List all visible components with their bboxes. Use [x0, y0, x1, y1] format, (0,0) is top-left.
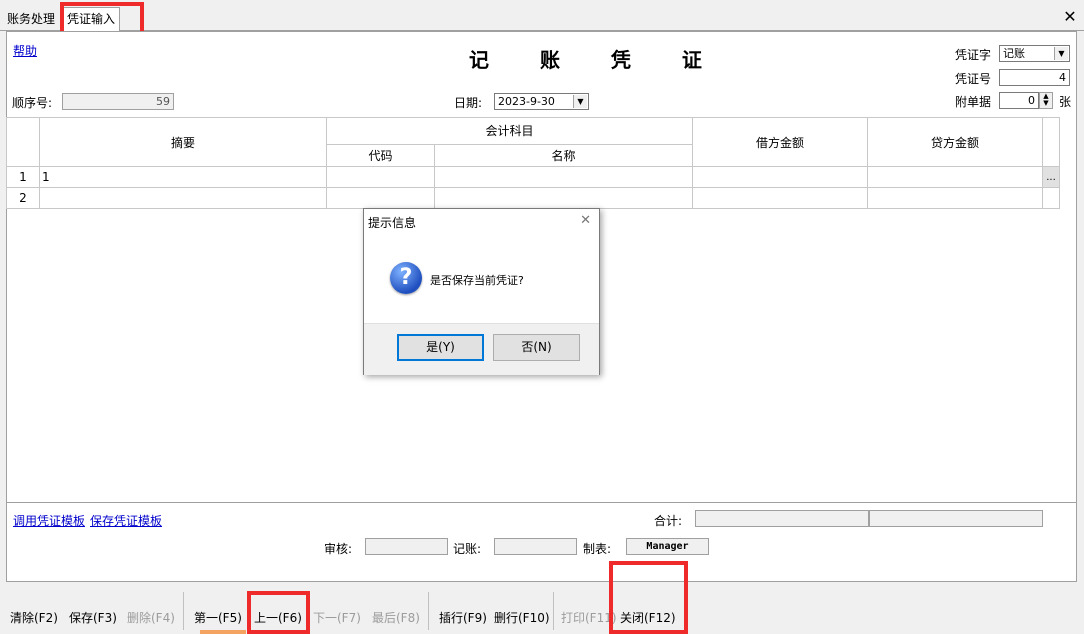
help-link[interactable]: 帮助	[13, 42, 37, 59]
grid-header-filler	[1042, 117, 1060, 167]
last-button[interactable]: 最后(F8)	[372, 609, 420, 626]
date-label: 日期:	[454, 96, 483, 110]
voucher-type-select[interactable]: 记账 ▼	[999, 45, 1070, 62]
total-credit-field	[869, 510, 1043, 527]
tab-voucher-input[interactable]: 凭证输入	[62, 7, 121, 31]
code-cell[interactable]	[326, 166, 435, 188]
clear-button[interactable]: 清除(F2)	[10, 609, 58, 626]
name-cell[interactable]	[434, 187, 693, 209]
prev-button[interactable]: 上一(F6)	[254, 609, 302, 626]
sequence-label: 顺序号:	[12, 96, 53, 110]
grid-filler-cell	[1042, 187, 1060, 209]
audit-label: 审核:	[324, 542, 353, 556]
post-field	[494, 538, 577, 555]
date-value: 2023-9-30	[498, 95, 555, 108]
row-number: 1	[6, 166, 40, 188]
insert-row-button[interactable]: 插行(F9)	[439, 609, 487, 626]
attachments-field[interactable]: 0	[999, 92, 1039, 109]
col-code-header: 代码	[326, 143, 435, 168]
col-summary-header: 摘要	[39, 117, 327, 167]
save-button[interactable]: 保存(F3)	[69, 609, 117, 626]
toolbar-separator	[553, 592, 554, 630]
table-row: 1 1 ...	[6, 166, 1060, 188]
next-button[interactable]: 下一(F7)	[313, 609, 361, 626]
total-label: 合计:	[654, 514, 683, 528]
row-header-corner	[6, 117, 40, 167]
credit-cell[interactable]	[867, 187, 1043, 209]
close-button[interactable]: 关闭(F12)	[620, 609, 676, 626]
toolbar-separator	[183, 592, 184, 630]
col-account-header: 会计科目	[326, 117, 693, 145]
save-template-link[interactable]: 保存凭证模板	[90, 512, 162, 529]
post-label: 记账:	[453, 542, 482, 556]
attachments-spinner[interactable]: ▲ ▼	[1039, 92, 1053, 109]
sequence-field: 59	[62, 93, 174, 110]
no-button[interactable]: 否(N)	[493, 334, 580, 361]
debit-cell[interactable]	[692, 187, 868, 209]
focus-underline	[200, 630, 246, 634]
summary-cell[interactable]: 1	[39, 166, 327, 188]
first-button[interactable]: 第一(F5)	[194, 609, 242, 626]
maker-label: 制表:	[583, 542, 612, 556]
row-number: 2	[6, 187, 40, 209]
question-icon: ?	[390, 262, 422, 294]
page-title: 记 账 凭 证	[469, 48, 724, 72]
ellipsis-button[interactable]: ...	[1042, 166, 1060, 188]
footer-divider	[7, 502, 1076, 504]
audit-field	[365, 538, 448, 555]
close-icon[interactable]: ✕	[580, 213, 591, 228]
voucher-number-field[interactable]: 4	[999, 69, 1070, 86]
date-picker[interactable]: 2023-9-30 ▼	[494, 93, 589, 110]
tab-accounting[interactable]: 账务处理	[3, 8, 59, 30]
use-template-link[interactable]: 调用凭证模板	[13, 512, 85, 529]
toolbar-separator	[428, 592, 429, 630]
voucher-type-value: 记账	[1003, 47, 1025, 60]
debit-cell[interactable]	[692, 166, 868, 188]
voucher-grid: 摘要 会计科目 借方金额 贷方金额 代码 名称 1 1 ... 2	[6, 117, 1060, 209]
summary-cell[interactable]	[39, 187, 327, 209]
delete-row-button[interactable]: 删行(F10)	[494, 609, 550, 626]
code-cell[interactable]	[326, 187, 435, 209]
chevron-down-icon: ▼	[573, 95, 587, 108]
col-debit-header: 借方金额	[692, 117, 868, 167]
delete-button[interactable]: 删除(F4)	[127, 609, 175, 626]
tab-strip: 账务处理 凭证输入 ✕	[0, 0, 1084, 31]
confirm-dialog: 提示信息 ✕ ? 是否保存当前凭证? 是(Y) 否(N)	[363, 208, 600, 375]
dialog-title: 提示信息	[368, 216, 417, 230]
attachments-label: 附单据	[955, 95, 992, 109]
total-debit-field	[695, 510, 869, 527]
chevron-down-icon: ▼	[1054, 47, 1068, 60]
voucher-type-label: 凭证字	[955, 48, 992, 62]
attachments-unit: 张	[1059, 95, 1072, 109]
print-button[interactable]: 打印(F11)	[561, 609, 617, 626]
col-name-header: 名称	[434, 143, 693, 168]
name-cell[interactable]	[434, 166, 693, 188]
maker-field: Manager	[626, 538, 709, 555]
table-row: 2	[6, 187, 1060, 209]
col-credit-header: 贷方金额	[867, 117, 1043, 167]
credit-cell[interactable]	[867, 166, 1043, 188]
yes-button[interactable]: 是(Y)	[397, 334, 484, 361]
dialog-message: 是否保存当前凭证?	[430, 274, 524, 287]
close-icon[interactable]: ✕	[1062, 9, 1078, 25]
voucher-number-label: 凭证号	[955, 72, 992, 86]
